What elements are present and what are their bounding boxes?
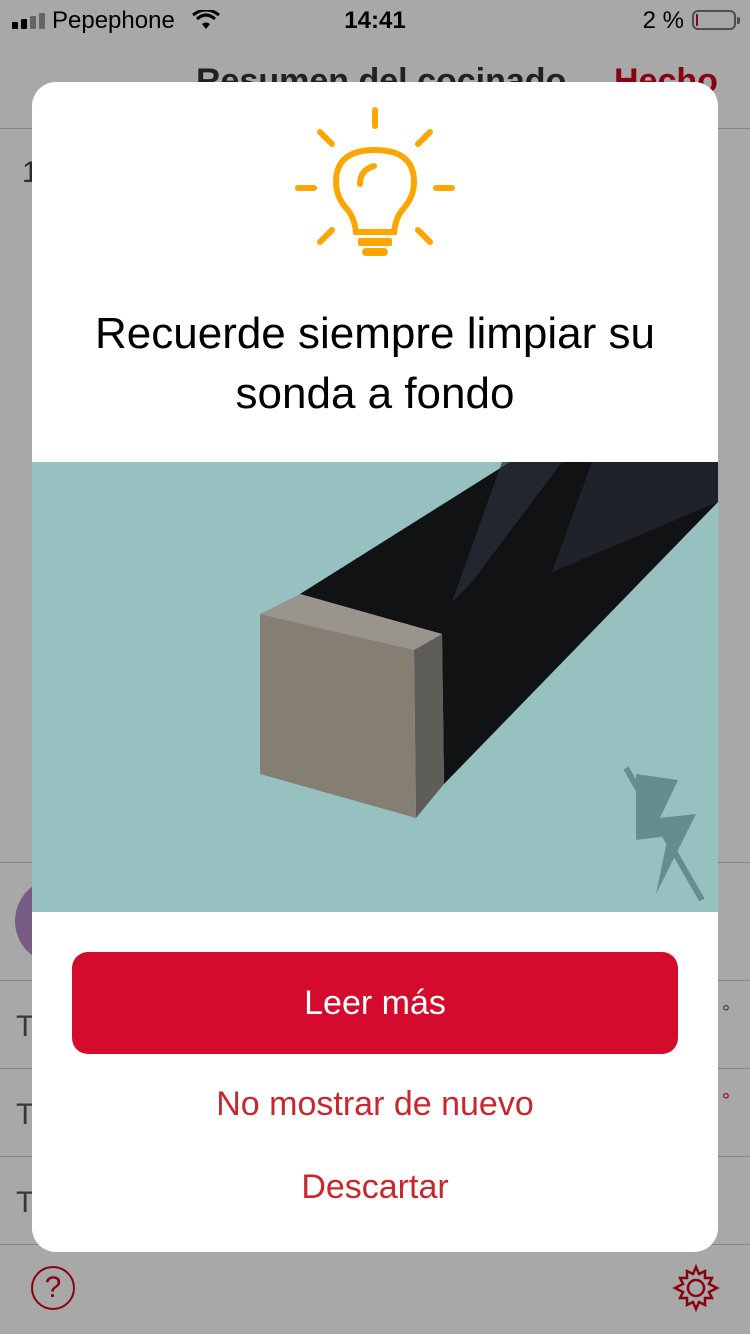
lightbulb-icon: [295, 107, 455, 256]
dont-show-again-button[interactable]: No mostrar de nuevo: [72, 1085, 678, 1124]
read-more-button[interactable]: Leer más: [72, 952, 678, 1054]
probe-illustration: [32, 462, 718, 912]
dialog-title: Recuerde siempre limpiar su sonda a fond…: [95, 309, 655, 418]
dismiss-button[interactable]: Descartar: [72, 1168, 678, 1207]
tip-dialog: Recuerde siempre limpiar su sonda a fond…: [32, 82, 718, 1252]
